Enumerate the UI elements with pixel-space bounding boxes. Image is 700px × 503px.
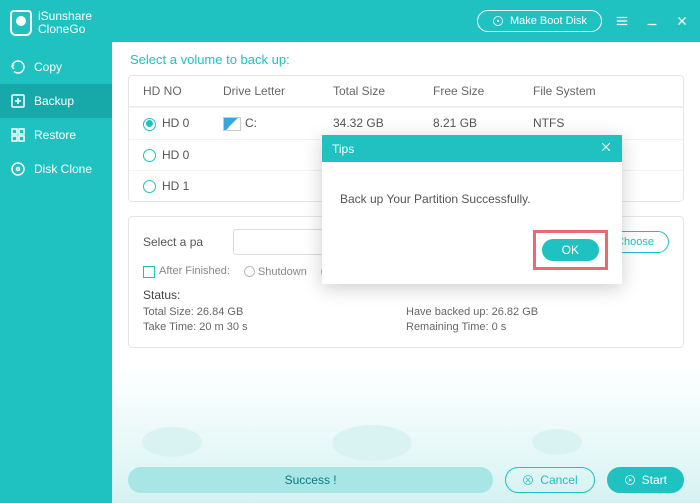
backup-icon [10,93,26,109]
play-icon [624,474,636,486]
status-backed: Have backed up: 26.82 GB [406,306,669,318]
sidebar: iSunshare CloneGo Copy Backup Restore Di… [0,0,112,503]
restore-icon [10,127,26,143]
diskclone-icon [10,161,26,177]
path-label: Select a pa [143,235,203,249]
ok-button[interactable]: OK [542,239,599,261]
col-free: Free Size [433,84,533,98]
titlebar: Make Boot Disk [112,0,700,42]
cell-hd: HD 0 [162,148,189,162]
menu-button[interactable] [612,11,632,31]
radio-icon[interactable] [143,149,156,162]
status-heading: Status: [143,288,669,302]
table-header: HD NO Drive Letter Total Size Free Size … [129,76,683,107]
progress-label: Success ! [285,473,337,487]
nav-copy[interactable]: Copy [0,50,112,84]
cell-total: 34.32 GB [333,116,433,130]
status-remain: Remaining Time: 0 s [406,321,669,333]
status-take: Take Time: 20 m 30 s [143,321,406,333]
bottom-bar: Success ! Cancel Start [128,467,684,493]
cancel-label: Cancel [540,473,577,487]
app-logo: iSunshare CloneGo [0,0,112,50]
dialog-close-button[interactable] [600,141,612,156]
section-title: Select a volume to back up: [128,42,684,75]
radio-shutdown[interactable] [244,266,255,277]
dialog-title-text: Tips [332,142,354,156]
cell-hd: HD 0 [162,116,189,130]
close-icon [600,141,612,153]
minimize-button[interactable] [642,11,662,31]
cell-drive: C: [245,116,257,130]
cell-fs: NTFS [533,116,633,130]
cancel-icon [522,474,534,486]
boot-disk-label: Make Boot Disk [510,15,587,27]
after-finished-checkbox[interactable] [143,266,155,278]
nav-diskclone[interactable]: Disk Clone [0,152,112,186]
nav-diskclone-label: Disk Clone [34,162,92,176]
windows-flag-icon [223,117,241,131]
nav-restore[interactable]: Restore [0,118,112,152]
ok-highlight: OK [533,230,608,270]
col-drive: Drive Letter [223,84,333,98]
start-button[interactable]: Start [607,467,684,493]
after-finished-label: After Finished: [159,265,230,277]
radio-icon[interactable] [143,180,156,193]
make-boot-disk-button[interactable]: Make Boot Disk [477,10,602,32]
logo-icon [10,10,32,36]
col-total: Total Size [333,84,433,98]
status-total: Total Size: 26.84 GB [143,306,406,318]
progress-bar: Success ! [128,467,493,493]
nav-copy-label: Copy [34,60,62,74]
start-label: Start [642,473,667,487]
close-button[interactable] [672,11,692,31]
cloud-decoration [112,407,700,457]
nav-restore-label: Restore [34,128,76,142]
main-area: Make Boot Disk Select a volume to back u… [112,0,700,503]
nav-backup[interactable]: Backup [0,84,112,118]
col-fs: File System [533,84,633,98]
cell-free: 8.21 GB [433,116,533,130]
col-hdno: HD NO [143,84,223,98]
app-name-2: CloneGo [38,23,92,36]
tips-dialog: Tips Back up Your Partition Successfully… [322,135,622,284]
nav-backup-label: Backup [34,94,74,108]
radio-icon[interactable] [143,118,156,131]
disc-icon [492,15,504,27]
shutdown-label: Shutdown [258,266,307,278]
cancel-button[interactable]: Cancel [505,467,594,493]
copy-icon [10,59,26,75]
cell-hd: HD 1 [162,179,189,193]
dialog-message: Back up Your Partition Successfully. [322,162,622,230]
